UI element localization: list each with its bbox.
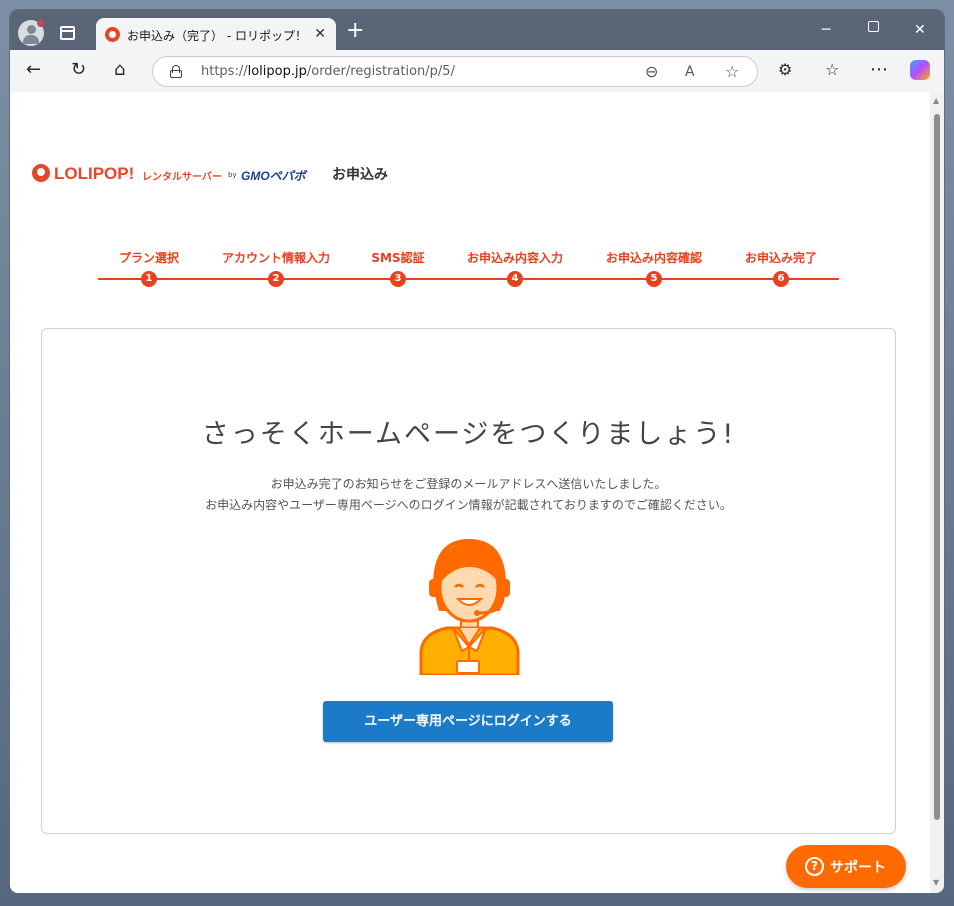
profile-avatar-icon[interactable] [18, 19, 45, 46]
lolipop-logo-icon [32, 164, 50, 182]
browser-toolbar: ← ↻ ⌂ https://lolipop.jp/order/registrat… [10, 50, 944, 92]
new-tab-icon[interactable]: + [346, 20, 364, 42]
favorites-icon[interactable]: ☆ [825, 61, 839, 79]
step-item: お申込み内容入力 4 [450, 249, 580, 287]
title-bar: お申込み（完了） - ロリポップ！レン ✕ + ─ ✕ [10, 10, 944, 51]
lock-icon[interactable] [170, 65, 182, 78]
scroll-up-icon[interactable]: ▲ [933, 96, 939, 105]
scroll-down-icon[interactable]: ▼ [933, 878, 939, 887]
support-label: サポート [830, 860, 886, 876]
completion-message: お申込み完了のお知らせをご登録のメールアドレスへ送信いたしました。 お申込み内容… [42, 474, 895, 516]
browser-window: お申込み（完了） - ロリポップ！レン ✕ + ─ ✕ ← ↻ ⌂ https:… [10, 10, 944, 893]
step-item: アカウント情報入力 2 [211, 249, 341, 287]
tab-title: お申込み（完了） - ロリポップ！レン [127, 29, 307, 43]
progress-steps: プラン選択 1 アカウント情報入力 2 SMS認証 3 お申込み内容入力 4 お… [98, 249, 839, 289]
step-label: お申込み内容確認 [605, 251, 702, 265]
message-line-1: お申込み完了のお知らせをご登録のメールアドレスへ送信いたしました。 [270, 477, 667, 491]
completion-title: さっそくホームページをつくりましょう! [201, 419, 736, 450]
extensions-icon[interactable]: ⚙ [778, 61, 792, 79]
gmo-pepabo-logo: GMOペパボ [241, 169, 306, 183]
vertical-scrollbar[interactable]: ▲ ▼ [930, 92, 944, 893]
support-operator-illustration [419, 538, 520, 675]
tab-actions-icon[interactable] [60, 26, 75, 40]
page-heading: お申込み [332, 167, 388, 183]
logo-by: by [228, 171, 237, 179]
window-close-icon[interactable]: ✕ [914, 22, 926, 38]
refresh-icon[interactable]: ↻ [71, 61, 86, 79]
url-text: https://lolipop.jp/order/registration/p/… [201, 64, 455, 79]
close-tab-icon[interactable]: ✕ [314, 26, 326, 42]
back-icon[interactable]: ← [26, 61, 41, 79]
active-tab[interactable]: お申込み（完了） - ロリポップ！レン ✕ [96, 18, 336, 51]
step-number: 1 [141, 271, 157, 287]
support-button[interactable]: ? サポート [786, 845, 906, 888]
step-label: プラン選択 [118, 251, 179, 265]
step-label: お申込み完了 [744, 251, 817, 265]
step-item: お申込み内容確認 5 [589, 249, 719, 287]
read-aloud-icon[interactable]: A [685, 64, 695, 80]
step-item: お申込み完了 6 [716, 249, 846, 287]
logo-subtitle: レンタルサーバー [142, 172, 222, 183]
step-number: 5 [646, 271, 662, 287]
scrollbar-thumb[interactable] [934, 114, 940, 820]
logo-text: LOLIPOP! [54, 164, 135, 183]
address-bar[interactable]: https://lolipop.jp/order/registration/p/… [152, 56, 758, 87]
maximize-icon[interactable] [868, 21, 879, 32]
step-number: 4 [507, 271, 523, 287]
help-icon: ? [805, 857, 824, 876]
more-menu-icon[interactable]: ⋯ [870, 61, 888, 79]
step-label: アカウント情報入力 [221, 251, 330, 265]
step-label: SMS認証 [371, 251, 425, 265]
home-icon[interactable]: ⌂ [114, 61, 125, 79]
message-line-2: お申込み内容やユーザー専用ページへのログイン情報が記載されておりますのでご確認く… [205, 498, 732, 512]
step-number: 3 [390, 271, 406, 287]
step-label: お申込み内容入力 [466, 251, 563, 265]
step-number: 2 [268, 271, 284, 287]
favorite-star-icon[interactable]: ☆ [725, 62, 739, 81]
step-item: SMS認証 3 [333, 249, 463, 287]
minimize-icon[interactable]: ─ [822, 22, 830, 38]
page-content: LOLIPOP! レンタルサーバー by GMOペパボ お申込み プラン選択 1… [10, 92, 930, 893]
notification-dot-icon [37, 19, 45, 27]
lolipop-favicon-icon [105, 27, 120, 42]
step-item: プラン選択 1 [84, 249, 214, 287]
completion-card: さっそくホームページをつくりましょう! お申込み完了のお知らせをご登録のメールア… [41, 328, 896, 834]
copilot-icon[interactable] [910, 60, 930, 80]
zoom-icon[interactable]: ⊖ [645, 62, 658, 81]
step-number: 6 [773, 271, 789, 287]
login-user-page-button[interactable]: ユーザー専用ページにログインする [323, 701, 613, 742]
